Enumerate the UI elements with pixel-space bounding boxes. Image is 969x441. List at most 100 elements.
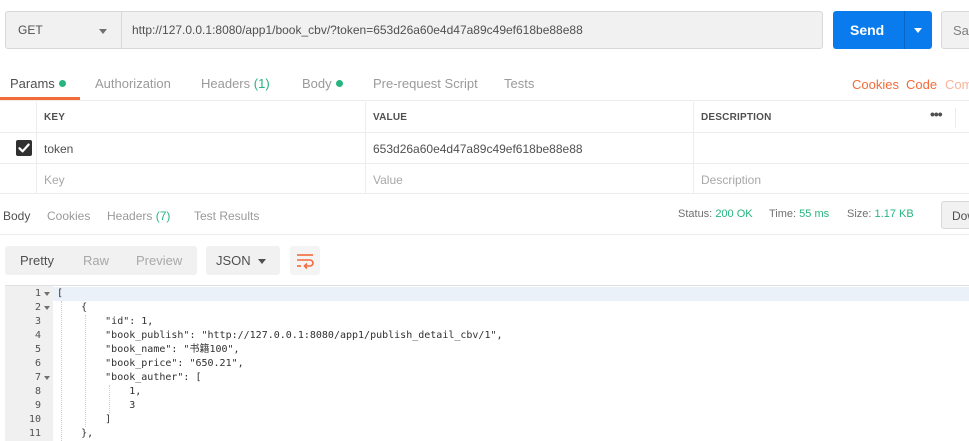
value-placeholder: Value bbox=[373, 173, 403, 187]
download-label: Dow bbox=[952, 209, 969, 223]
key-column-header: KEY bbox=[44, 112, 66, 123]
param-value-cell[interactable]: 653d26a60e4d47a89c49ef618be88e88 bbox=[366, 133, 694, 163]
body-indicator-dot bbox=[335, 80, 343, 87]
value-column-header: VALUE bbox=[373, 112, 408, 123]
code-line: "book_price": "650.21", bbox=[57, 358, 244, 369]
tab-headers-count: (1) bbox=[253, 76, 270, 91]
line-number: 8 bbox=[34, 386, 41, 397]
line-number: 1 bbox=[34, 288, 41, 299]
tab-response-cookies[interactable]: Cookies bbox=[47, 209, 90, 223]
tab-test-results[interactable]: Test Results bbox=[194, 209, 259, 223]
more-options-button[interactable]: ••• bbox=[922, 106, 956, 128]
preview-button[interactable]: Preview bbox=[136, 253, 182, 268]
code-line: "book_publish": "http://127.0.0.1:8080/a… bbox=[57, 330, 503, 341]
table-row-new: Key Value Description bbox=[0, 164, 969, 194]
code-line: "id": 1, bbox=[57, 316, 154, 327]
line-number: 5 bbox=[34, 344, 41, 355]
status-readout: Status: 200 OK bbox=[678, 208, 753, 220]
view-mode-group: Pretty Raw Preview bbox=[5, 246, 197, 275]
size-value: 1.17 KB bbox=[874, 208, 914, 220]
table-row: token 653d26a60e4d47a89c49ef618be88e88 bbox=[0, 133, 969, 164]
send-label: Send bbox=[850, 22, 885, 38]
header-key-cell: KEY bbox=[37, 102, 366, 132]
size-label: Size: bbox=[847, 208, 872, 220]
response-body-viewer[interactable]: 1 2 3 4 5 6 7 8 9 10 11 [ { "id": 1, "bo… bbox=[5, 285, 969, 441]
wrap-lines-button[interactable] bbox=[290, 246, 320, 275]
time-label: Time: bbox=[769, 208, 797, 220]
tab-body[interactable]: Body bbox=[302, 76, 343, 91]
line-number: 4 bbox=[34, 330, 41, 341]
tab-response-headers-count: (7) bbox=[155, 209, 171, 223]
code-line: 1, bbox=[57, 386, 142, 397]
tab-authorization-label: Authorization bbox=[95, 76, 171, 91]
code-link[interactable]: Code bbox=[906, 77, 937, 92]
format-select[interactable]: JSON bbox=[206, 246, 280, 275]
param-description-cell[interactable] bbox=[694, 133, 969, 163]
chevron-down-icon bbox=[258, 259, 266, 264]
url-input[interactable]: http://127.0.0.1:8080/app1/book_cbv/?tok… bbox=[122, 11, 823, 49]
request-tabs: Params Authorization Headers (1) Body Pr… bbox=[0, 70, 969, 101]
active-tab-underline bbox=[0, 97, 80, 100]
method-select[interactable]: GET bbox=[5, 11, 122, 49]
params-indicator-dot bbox=[58, 80, 66, 87]
code-line: "book_auther": [ bbox=[57, 372, 202, 383]
status-label: Status: bbox=[678, 208, 713, 220]
new-row-checkbox-cell bbox=[0, 164, 37, 193]
param-key-cell[interactable]: token bbox=[37, 133, 366, 163]
code-line: { bbox=[57, 302, 88, 313]
method-label: GET bbox=[18, 23, 43, 37]
download-button[interactable]: Dow bbox=[941, 201, 969, 229]
pretty-button[interactable]: Pretty bbox=[20, 253, 54, 268]
tab-response-headers-label: Headers bbox=[107, 209, 153, 223]
code-line: "book_name": "书籍100", bbox=[57, 344, 240, 355]
tab-params-label: Params bbox=[10, 76, 55, 91]
tab-response-headers[interactable]: Headers (7) bbox=[107, 209, 170, 223]
comments-link[interactable]: Com bbox=[945, 77, 969, 92]
description-column-header: DESCRIPTION bbox=[701, 112, 772, 123]
send-button[interactable]: Send bbox=[833, 11, 904, 49]
line-number: 9 bbox=[34, 400, 41, 411]
row-checkbox[interactable] bbox=[16, 140, 32, 156]
save-button[interactable]: Sav bbox=[941, 11, 969, 49]
line-number: 10 bbox=[28, 414, 41, 425]
tab-response-body[interactable]: Body bbox=[3, 209, 30, 223]
active-line-highlight bbox=[53, 287, 969, 301]
send-options-button[interactable] bbox=[904, 11, 932, 49]
tab-prerequest-script[interactable]: Pre-request Script bbox=[373, 76, 478, 91]
new-key-input[interactable]: Key bbox=[37, 164, 366, 193]
status-value: 200 OK bbox=[715, 208, 753, 220]
param-value: 653d26a60e4d47a89c49ef618be88e88 bbox=[373, 142, 583, 156]
fold-toggle-icon[interactable] bbox=[44, 306, 50, 310]
format-label: JSON bbox=[216, 253, 251, 268]
cookies-link[interactable]: Cookies bbox=[852, 77, 899, 92]
row-checkbox-cell bbox=[0, 133, 37, 163]
line-number: 6 bbox=[34, 358, 41, 369]
size-readout: Size: 1.17 KB bbox=[847, 208, 914, 220]
time-readout: Time: 55 ms bbox=[769, 208, 829, 220]
url-text: http://127.0.0.1:8080/app1/book_cbv/?tok… bbox=[132, 23, 583, 37]
header-value-cell: VALUE bbox=[366, 102, 694, 132]
code-line: 3 bbox=[57, 400, 136, 411]
tab-body-label: Body bbox=[302, 76, 332, 91]
params-table: KEY VALUE DESCRIPTION ••• token 653d26a6… bbox=[0, 102, 969, 194]
wrap-lines-icon bbox=[297, 254, 314, 270]
tab-prerequest-label: Pre-request Script bbox=[373, 76, 478, 91]
new-value-input[interactable]: Value bbox=[366, 164, 694, 193]
tab-headers-label: Headers bbox=[201, 76, 251, 91]
time-value: 55 ms bbox=[799, 208, 830, 220]
key-placeholder: Key bbox=[44, 173, 65, 187]
line-number: 7 bbox=[34, 372, 41, 383]
line-number: 3 bbox=[34, 316, 41, 327]
tab-tests-label: Tests bbox=[504, 76, 535, 91]
line-number: 11 bbox=[28, 428, 41, 439]
chevron-down-icon bbox=[914, 28, 922, 33]
new-description-input[interactable]: Description bbox=[694, 164, 969, 193]
tab-params[interactable]: Params bbox=[10, 76, 66, 91]
raw-button[interactable]: Raw bbox=[83, 253, 109, 268]
more-dots-icon: ••• bbox=[930, 106, 943, 122]
fold-toggle-icon[interactable] bbox=[44, 292, 50, 296]
tab-authorization[interactable]: Authorization bbox=[95, 76, 171, 91]
tab-headers[interactable]: Headers (1) bbox=[201, 76, 270, 91]
tab-tests[interactable]: Tests bbox=[504, 76, 534, 91]
fold-toggle-icon[interactable] bbox=[44, 376, 50, 380]
